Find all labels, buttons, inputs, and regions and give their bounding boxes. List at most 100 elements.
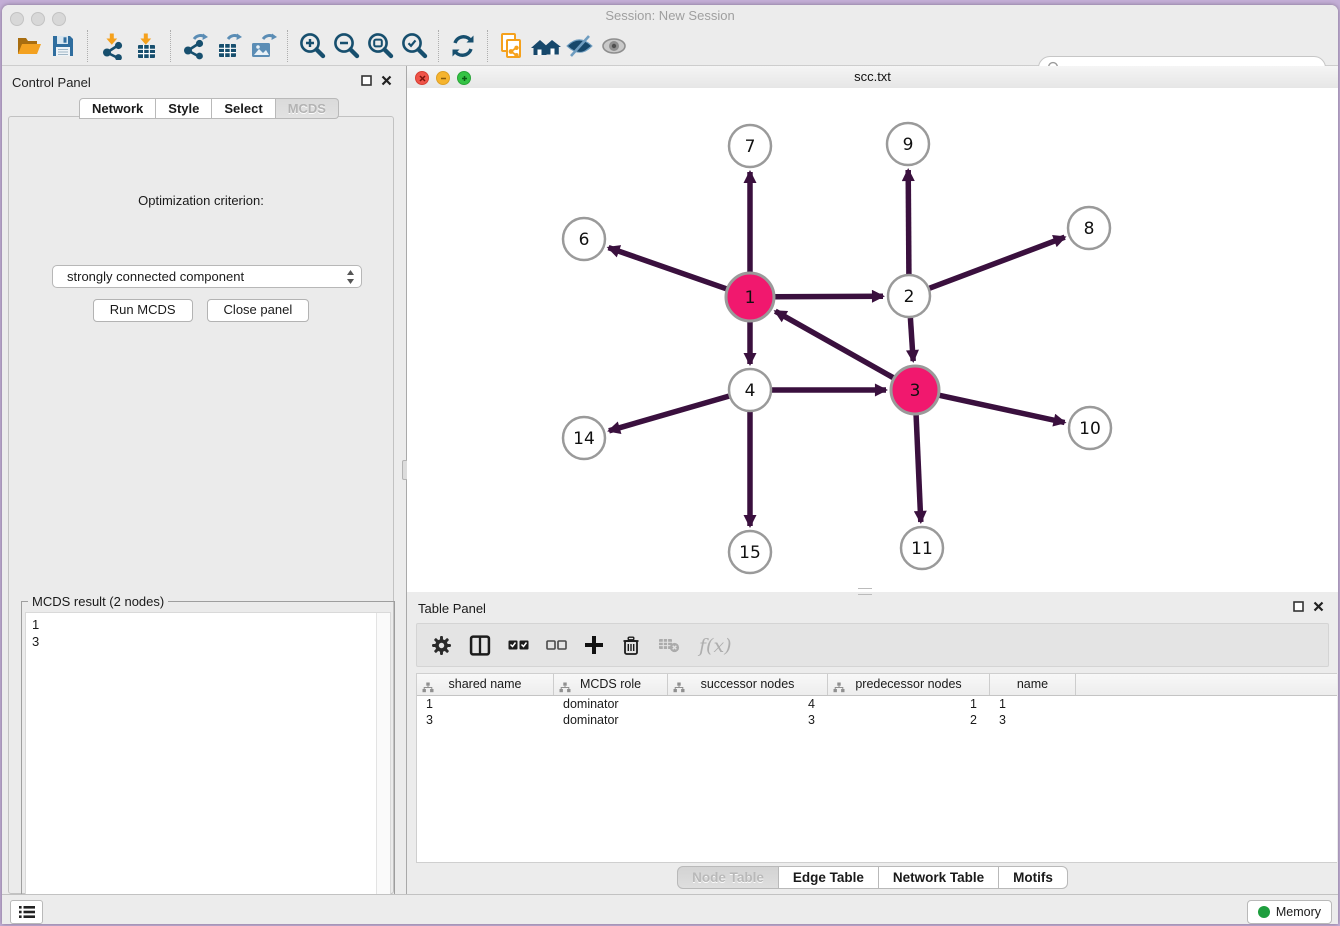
table-body: 1dominator4113dominator323 xyxy=(417,696,1337,728)
unselect-all-columns-icon[interactable] xyxy=(546,639,567,651)
network-canvas[interactable]: 7968124314101511 xyxy=(407,88,1338,592)
table-cell[interactable]: 1 xyxy=(417,696,554,712)
window-titlebar[interactable]: Session: New Session xyxy=(2,5,1338,27)
apply-preferred-layout-icon[interactable] xyxy=(446,29,480,63)
column-header-predecessor-nodes[interactable]: predecessor nodes xyxy=(828,674,990,695)
close-panel-button[interactable]: Close panel xyxy=(207,299,310,322)
table-cell[interactable]: 1 xyxy=(990,696,1076,712)
column-sort-icon xyxy=(673,679,685,700)
tab-style[interactable]: Style xyxy=(156,98,212,119)
memory-button[interactable]: Memory xyxy=(1247,900,1332,924)
column-header-label: successor nodes xyxy=(701,677,795,691)
graph-edge-3-10[interactable] xyxy=(939,395,1064,422)
tab-node-table[interactable]: Node Table xyxy=(677,866,779,889)
function-builder-icon[interactable]: f(x) xyxy=(697,633,733,657)
column-sort-icon xyxy=(833,679,845,700)
table-cell[interactable]: 3 xyxy=(417,712,554,728)
float-panel-icon[interactable] xyxy=(1293,601,1304,612)
table-row[interactable]: 3dominator323 xyxy=(417,712,1337,728)
graph-edge-2-9[interactable] xyxy=(908,170,909,274)
graph-node-label: 8 xyxy=(1084,219,1095,239)
close-panel-icon[interactable] xyxy=(1313,601,1324,612)
network-from-file-icon[interactable] xyxy=(495,29,529,63)
tab-motifs[interactable]: Motifs xyxy=(999,866,1068,889)
graph-edge-2-3[interactable] xyxy=(910,318,913,361)
optimization-criterion-value: strongly connected component xyxy=(67,269,346,284)
graph-node-label: 14 xyxy=(573,429,595,449)
close-panel-icon[interactable] xyxy=(381,75,392,86)
graph-edge-3-11[interactable] xyxy=(916,415,921,522)
table-cell[interactable]: dominator xyxy=(554,712,668,728)
task-history-button[interactable] xyxy=(10,900,43,924)
zoom-out-icon[interactable] xyxy=(329,29,363,63)
open-session-icon[interactable] xyxy=(12,29,46,63)
table-header-row: shared nameMCDS role successor nodes prede… xyxy=(417,674,1337,696)
table-cell[interactable]: 1 xyxy=(828,696,990,712)
select-chevrons-icon xyxy=(346,269,355,285)
select-all-columns-icon[interactable] xyxy=(508,639,529,651)
hide-graphics-details-icon[interactable] xyxy=(563,29,597,63)
graph-edge-1-6[interactable] xyxy=(609,248,727,289)
result-scrollbar[interactable] xyxy=(376,613,390,924)
network-view-title: scc.txt xyxy=(407,66,1338,88)
graph-node-label: 4 xyxy=(745,381,756,401)
optimization-criterion-label: Optimization criterion: xyxy=(9,193,393,208)
delete-table-icon[interactable] xyxy=(658,637,680,653)
home-icon[interactable] xyxy=(529,29,563,63)
toolbar-separator xyxy=(170,30,171,62)
export-table-icon[interactable] xyxy=(212,29,246,63)
table-options-icon[interactable] xyxy=(431,635,452,656)
show-column-icon[interactable] xyxy=(469,635,491,656)
import-table-icon[interactable] xyxy=(129,29,163,63)
table-cell[interactable]: 2 xyxy=(828,712,990,728)
import-network-icon[interactable] xyxy=(95,29,129,63)
column-header-name[interactable]: name xyxy=(990,674,1076,695)
tab-network-table[interactable]: Network Table xyxy=(879,866,999,889)
graph-edge-3-1[interactable] xyxy=(775,311,893,378)
zoom-fit-icon[interactable] xyxy=(363,29,397,63)
memory-label: Memory xyxy=(1276,905,1321,919)
table-row[interactable]: 1dominator411 xyxy=(417,696,1337,712)
save-session-icon[interactable] xyxy=(46,29,80,63)
create-new-column-icon[interactable] xyxy=(584,635,604,655)
control-panel-tabs: Network Style Select MCDS xyxy=(79,98,339,119)
optimization-criterion-select[interactable]: strongly connected component xyxy=(52,265,362,288)
tab-edge-table[interactable]: Edge Table xyxy=(779,866,879,889)
mcds-result-group: MCDS result (2 nodes) 1 3 xyxy=(21,601,395,924)
toolbar-separator xyxy=(87,30,88,62)
graph-edge-4-14[interactable] xyxy=(609,396,729,431)
control-panel: Control Panel Network Style Select MCDS … xyxy=(2,66,406,894)
status-bar: Memory xyxy=(2,894,1338,924)
table-cell[interactable]: dominator xyxy=(554,696,668,712)
graph-edge-2-8[interactable] xyxy=(930,237,1065,288)
run-mcds-button[interactable]: Run MCDS xyxy=(93,299,193,322)
node-table: shared nameMCDS role successor nodes prede… xyxy=(416,673,1337,863)
mcds-result-textarea[interactable]: 1 3 xyxy=(25,612,391,924)
delete-columns-icon[interactable] xyxy=(621,635,641,656)
table-toolbar: f(x) xyxy=(416,623,1329,667)
zoom-in-icon[interactable] xyxy=(295,29,329,63)
tab-network[interactable]: Network xyxy=(79,98,156,119)
export-network-icon[interactable] xyxy=(178,29,212,63)
graph-node-label: 3 xyxy=(910,381,921,401)
network-window-resize-grip[interactable] xyxy=(858,588,872,595)
table-cell[interactable]: 4 xyxy=(668,696,828,712)
float-panel-icon[interactable] xyxy=(361,75,372,86)
export-image-icon[interactable] xyxy=(246,29,280,63)
zoom-selected-icon[interactable] xyxy=(397,29,431,63)
toolbar-separator xyxy=(287,30,288,62)
show-graphics-details-icon[interactable] xyxy=(597,29,631,63)
toolbar-separator xyxy=(438,30,439,62)
column-header-MCDS-role[interactable]: MCDS role xyxy=(554,674,668,695)
graph-edge-1-2[interactable] xyxy=(775,296,883,297)
main-toolbar xyxy=(2,27,1338,66)
table-cell[interactable]: 3 xyxy=(990,712,1076,728)
list-icon xyxy=(18,904,36,920)
control-panel-title: Control Panel xyxy=(12,75,91,90)
column-header-shared-name[interactable]: shared name xyxy=(417,674,554,695)
tab-select[interactable]: Select xyxy=(212,98,275,119)
table-panel: Table Panel f(x) shared nameMCDS rolesuc… xyxy=(407,595,1338,894)
column-header-successor-nodes[interactable]: successor nodes xyxy=(668,674,828,695)
table-cell[interactable]: 3 xyxy=(668,712,828,728)
tab-mcds[interactable]: MCDS xyxy=(276,98,339,119)
